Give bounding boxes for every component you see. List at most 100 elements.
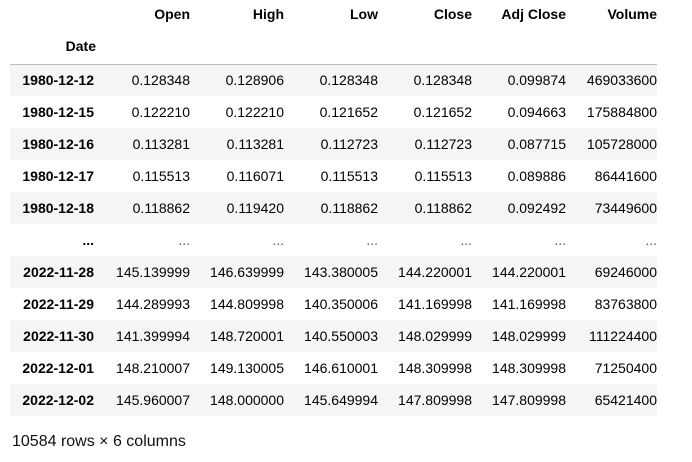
- column-header-open: Open: [154, 6, 190, 22]
- cell-high: 0.116071: [226, 168, 284, 184]
- cell-open: 0.122210: [131, 104, 190, 120]
- cell-ellipsis: ...: [554, 232, 566, 248]
- row-index: 2022-12-01: [22, 360, 94, 376]
- cell-high: 146.639999: [210, 264, 284, 280]
- row-index: 2022-12-02: [22, 392, 94, 408]
- cell-open: 0.115513: [132, 168, 190, 184]
- column-header-row: Open High Low Close Adj Close Volume: [10, 0, 657, 28]
- cell-close: 0.121652: [413, 104, 472, 120]
- row-index-ellipsis: ...: [82, 232, 94, 248]
- row-index: 2022-11-28: [23, 264, 94, 280]
- cell-adj-close: 0.092492: [507, 200, 566, 216]
- cell-open: 144.289993: [116, 296, 190, 312]
- dataframe-shape-note: 10584 rows × 6 columns: [12, 433, 186, 450]
- cell-volume: 83763800: [594, 296, 657, 312]
- cell-high: 149.130005: [210, 360, 284, 376]
- cell-adj-close: 0.099874: [507, 72, 566, 89]
- cell-low: 145.649994: [304, 392, 378, 408]
- column-header-high: High: [252, 6, 284, 22]
- ellipsis-row: ... ... ... ... ... ... ...: [10, 224, 657, 256]
- table-row: 1980-12-12 0.128348 0.128906 0.128348 0.…: [10, 64, 657, 96]
- cell-volume: 175884800: [586, 104, 657, 120]
- cell-low: 0.121652: [319, 104, 378, 120]
- table-row: 2022-11-28 145.139999 146.639999 143.380…: [10, 256, 657, 288]
- cell-close: 144.220001: [398, 264, 472, 280]
- cell-high: 148.720001: [210, 328, 284, 344]
- cell-close: 0.118862: [414, 200, 472, 216]
- empty-header-cell: [96, 28, 190, 65]
- cell-adj-close: 144.220001: [492, 264, 566, 280]
- empty-header-cell: [284, 28, 378, 65]
- table-row: 2022-11-29 144.289993 144.809998 140.350…: [10, 288, 657, 320]
- table-row: 2022-12-01 148.210007 149.130005 146.610…: [10, 352, 657, 384]
- cell-close: 0.112723: [414, 136, 472, 152]
- empty-header-cell: [190, 28, 284, 65]
- index-name-row: Date: [10, 28, 657, 65]
- cell-low: 146.610001: [304, 360, 378, 376]
- cell-high: 0.113281: [226, 136, 284, 152]
- cell-high: 0.119420: [226, 200, 284, 216]
- row-index: 1980-12-17: [22, 168, 94, 184]
- column-header-adj-close: Adj Close: [501, 6, 566, 22]
- cell-close: 147.809998: [398, 392, 472, 408]
- row-index: 2022-11-29: [23, 296, 94, 312]
- cell-adj-close: 148.029999: [492, 328, 566, 344]
- cell-volume: 111224400: [589, 328, 657, 344]
- cell-close: 0.115513: [414, 168, 472, 184]
- table-row: 1980-12-17 0.115513 0.116071 0.115513 0.…: [10, 160, 657, 192]
- table-row: 2022-12-02 145.960007 148.000000 145.649…: [10, 384, 657, 416]
- table-header: Open High Low Close Adj Close Volume Dat…: [10, 0, 657, 65]
- column-header-volume: Volume: [607, 6, 657, 22]
- cell-close: 148.309998: [398, 360, 472, 376]
- cell-adj-close: 147.809998: [492, 392, 566, 408]
- row-index: 1980-12-12: [22, 72, 94, 89]
- empty-header-cell: [378, 28, 472, 65]
- table-body: 1980-12-12 0.128348 0.128906 0.128348 0.…: [10, 64, 657, 416]
- cell-open: 0.128348: [131, 72, 190, 89]
- corner-cell: [10, 0, 96, 28]
- cell-volume: 73449600: [594, 200, 657, 216]
- cell-volume: 86441600: [594, 168, 657, 184]
- cell-low: 140.350006: [304, 296, 378, 312]
- row-index: 2022-11-30: [23, 328, 94, 344]
- cell-volume: 69246000: [594, 264, 657, 280]
- cell-low: 0.118862: [320, 200, 378, 216]
- cell-volume: 65421400: [594, 392, 657, 408]
- cell-volume: 105728000: [586, 136, 657, 152]
- empty-header-cell: [566, 28, 657, 65]
- dataframe-output: Open High Low Close Adj Close Volume Dat…: [10, 0, 657, 416]
- cell-close: 148.029999: [398, 328, 472, 344]
- cell-adj-close: 141.169998: [492, 296, 566, 312]
- cell-low: 140.550003: [304, 328, 378, 344]
- row-index: 1980-12-18: [22, 200, 94, 216]
- column-header-close: Close: [433, 6, 472, 22]
- cell-ellipsis: ...: [366, 232, 378, 248]
- cell-adj-close: 148.309998: [492, 360, 566, 376]
- cell-volume: 469033600: [586, 72, 657, 89]
- table-row: 1980-12-16 0.113281 0.113281 0.112723 0.…: [10, 128, 657, 160]
- cell-open: 145.960007: [116, 392, 190, 408]
- cell-low: 0.128348: [319, 72, 378, 89]
- table-row: 2022-11-30 141.399994 148.720001 140.550…: [10, 320, 657, 352]
- cell-open: 0.118862: [132, 200, 190, 216]
- cell-low: 0.112723: [320, 136, 378, 152]
- row-index: 1980-12-16: [22, 136, 94, 152]
- empty-header-cell: [472, 28, 566, 65]
- cell-adj-close: 0.087715: [507, 136, 566, 152]
- cell-low: 0.115513: [320, 168, 378, 184]
- cell-high: 0.128906: [225, 72, 284, 89]
- column-header-low: Low: [350, 6, 378, 22]
- cell-close: 141.169998: [398, 296, 472, 312]
- cell-open: 145.139999: [116, 264, 190, 280]
- table-row: 1980-12-15 0.122210 0.122210 0.121652 0.…: [10, 96, 657, 128]
- cell-ellipsis: ...: [460, 232, 472, 248]
- cell-adj-close: 0.094663: [507, 104, 566, 120]
- cell-high: 148.000000: [210, 392, 284, 408]
- cell-open: 148.210007: [116, 360, 190, 376]
- cell-high: 144.809998: [210, 296, 284, 312]
- cell-open: 141.399994: [116, 328, 190, 344]
- cell-ellipsis: ...: [645, 232, 657, 248]
- cell-ellipsis: ...: [272, 232, 284, 248]
- row-index: 1980-12-15: [22, 104, 94, 120]
- dataframe-table: Open High Low Close Adj Close Volume Dat…: [10, 0, 657, 416]
